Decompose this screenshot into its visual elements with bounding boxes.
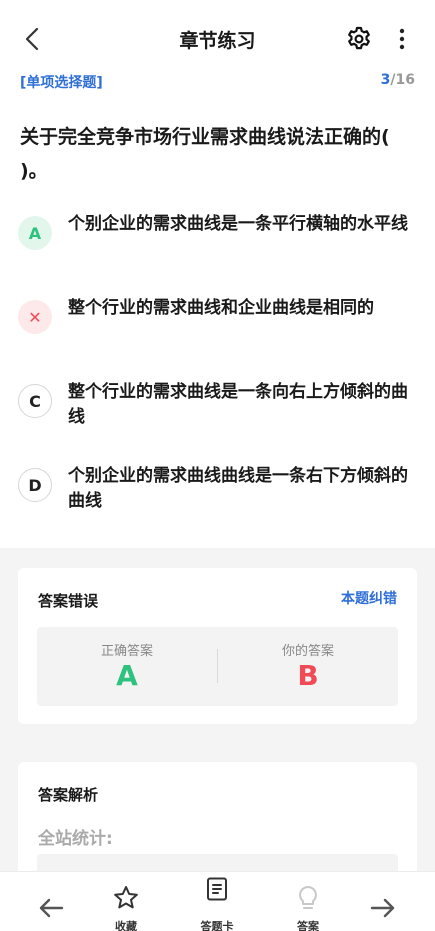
- answer-sheet-icon: [207, 877, 227, 901]
- report-error-link[interactable]: 本题纠错: [341, 588, 397, 608]
- correct-answer-label: 正确答案: [100, 644, 153, 659]
- question-counter: 3/16: [381, 72, 415, 88]
- more-button[interactable]: [390, 25, 414, 53]
- analysis-title: 答案解析: [38, 786, 99, 804]
- option-b[interactable]: ✕ 整个行业的需求曲线和企业曲线是相同的: [18, 296, 418, 356]
- option-a-badge: A: [18, 216, 52, 250]
- current-question-number: 3: [380, 72, 391, 88]
- your-answer-value: B: [297, 659, 319, 692]
- answer-comparison: 正确答案 A 你的答案 B: [37, 627, 398, 706]
- show-answer-button[interactable]: 答案: [273, 872, 343, 931]
- answer-label: 答案: [297, 920, 319, 931]
- bottom-nav-bar: 收藏 答题卡 答案: [0, 871, 435, 931]
- question-type-label: [单项选择题]: [20, 75, 103, 91]
- arrow-left-icon: [39, 898, 64, 918]
- answer-result-card: 答案错误 本题纠错 正确答案 A 你的答案 B: [18, 568, 417, 724]
- option-c-badge: C: [18, 384, 52, 418]
- correct-answer-column: 正确答案 A: [37, 627, 217, 706]
- wrong-mark-icon: ✕: [18, 300, 52, 334]
- option-d-badge: D: [18, 468, 52, 502]
- previous-question-button[interactable]: [16, 872, 86, 931]
- arrow-right-icon: [370, 898, 395, 918]
- settings-button[interactable]: [345, 25, 373, 53]
- site-stats-label: 全站统计:: [38, 829, 113, 849]
- favorite-label: 收藏: [115, 920, 137, 931]
- gear-icon: [348, 26, 370, 50]
- option-a-text: 个别企业的需求曲线是一条平行横轴的水平线: [68, 214, 408, 234]
- option-d-text: 个别企业的需求曲线曲线是一条右下方倾斜的曲线: [68, 466, 408, 511]
- your-answer-column: 你的答案 B: [218, 627, 398, 706]
- top-bar: 章节练习: [0, 0, 435, 78]
- option-c-text: 整个行业的需求曲线是一条向右上方倾斜的曲线: [68, 382, 408, 427]
- favorite-button[interactable]: 收藏: [91, 872, 161, 931]
- question-stem: 关于完全竞争市场行业需求曲线说法正确的( )。: [20, 126, 390, 182]
- more-vertical-icon: [399, 28, 405, 50]
- next-question-button[interactable]: [348, 872, 418, 931]
- result-title: 答案错误: [38, 592, 99, 610]
- option-a[interactable]: A 个别企业的需求曲线是一条平行横轴的水平线: [18, 212, 418, 272]
- answer-card-label: 答题卡: [200, 920, 234, 931]
- option-d[interactable]: D 个别企业的需求曲线曲线是一条右下方倾斜的曲线: [18, 464, 418, 524]
- option-c[interactable]: C 整个行业的需求曲线是一条向右上方倾斜的曲线: [18, 380, 418, 440]
- lightbulb-icon: [299, 886, 317, 909]
- answer-card-button[interactable]: 答题卡: [182, 872, 252, 931]
- option-b-text: 整个行业的需求曲线和企业曲线是相同的: [68, 298, 374, 318]
- total-questions: /16: [390, 72, 415, 88]
- correct-answer-value: A: [116, 659, 138, 692]
- your-answer-label: 你的答案: [281, 644, 334, 659]
- star-icon: [114, 886, 138, 909]
